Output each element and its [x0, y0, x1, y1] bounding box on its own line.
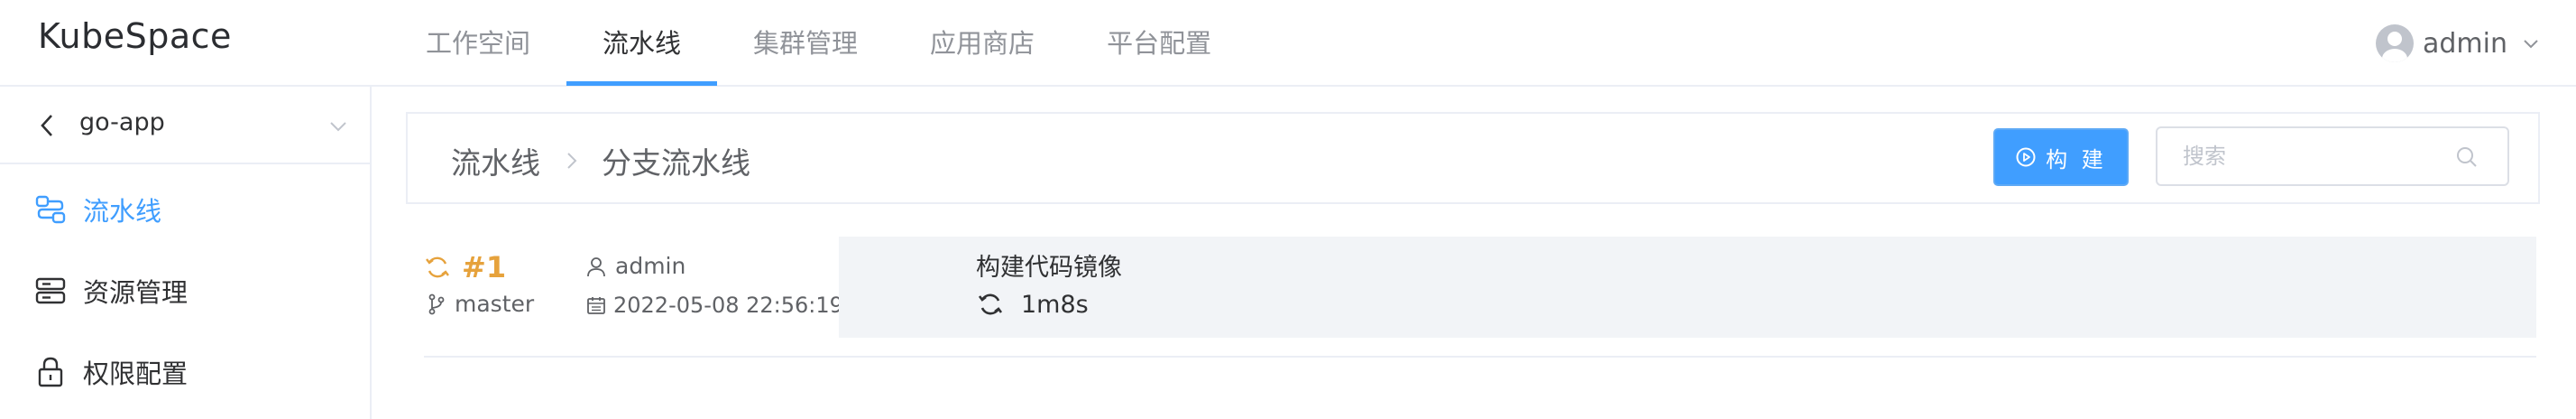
sidebar-item-permissions[interactable]: 权限配置: [0, 332, 370, 412]
chevron-down-icon: [2524, 40, 2538, 49]
top-nav: 工作空间 流水线 集群管理 应用商店 平台配置: [390, 0, 1247, 86]
search-box[interactable]: [2156, 126, 2509, 186]
chevron-right-icon: [567, 153, 577, 169]
lock-icon: [38, 357, 63, 387]
sidebar-item-label: 资源管理: [83, 277, 189, 308]
play-circle-icon: [2016, 147, 2036, 167]
sidebar-item-resources[interactable]: 资源管理: [0, 251, 370, 331]
breadcrumb-current: 分支流水线: [602, 145, 750, 181]
top-nav-item-settings[interactable]: 平台配置: [1071, 0, 1247, 85]
pipeline-run-row[interactable]: #1 master admin 2022-05-08 22:56:19 构建代码…: [424, 231, 2536, 358]
app-logo[interactable]: KubeSpace: [38, 16, 232, 56]
project-name: go-app: [79, 108, 165, 136]
user-name: admin: [2423, 27, 2507, 60]
server-icon: [35, 277, 66, 304]
top-nav-item-cluster[interactable]: 集群管理: [717, 0, 894, 85]
top-nav-item-workspace[interactable]: 工作空间: [390, 0, 566, 85]
pipeline-header-panel: 流水线 分支流水线 构 建: [406, 112, 2540, 204]
breadcrumb-root[interactable]: 流水线: [451, 139, 540, 182]
sidebar-item-pipeline[interactable]: 流水线: [0, 170, 370, 249]
breadcrumb: 流水线 分支流水线: [451, 139, 750, 182]
user-menu[interactable]: admin: [2376, 23, 2542, 63]
top-nav-item-appstore[interactable]: 应用商店: [894, 0, 1071, 85]
sidebar-item-label: 权限配置: [83, 358, 189, 389]
stage-status: 1m8s: [976, 290, 1089, 319]
pipeline-icon: [35, 195, 66, 224]
run-branch-label: master: [455, 291, 535, 317]
run-branch: master: [424, 291, 534, 317]
refresh-icon: [426, 256, 449, 278]
build-button-label: 构 建: [2046, 146, 2107, 172]
run-time-label: 2022-05-08 22:56:19: [613, 293, 843, 318]
run-number[interactable]: #1: [424, 250, 506, 284]
project-selector[interactable]: go-app: [0, 87, 370, 164]
stage-name: 构建代码镜像: [976, 254, 1122, 282]
build-button[interactable]: 构 建: [1993, 128, 2129, 186]
top-nav-item-pipeline[interactable]: 流水线: [566, 0, 718, 86]
run-user: admin: [586, 253, 685, 279]
run-number-label: #1: [462, 250, 507, 284]
chevron-left-icon[interactable]: [36, 112, 58, 139]
git-branch-icon: [428, 293, 445, 314]
user-avatar-icon: [2376, 24, 2414, 62]
user-icon: [587, 256, 605, 276]
stage-card[interactable]: 构建代码镜像 1m8s: [839, 237, 2536, 338]
running-icon: [978, 293, 1003, 315]
stage-duration: 1m8s: [1021, 290, 1089, 319]
sidebar-item-label: 流水线: [83, 196, 162, 227]
search-input[interactable]: [2183, 128, 2453, 184]
top-header: KubeSpace 工作空间 流水线 集群管理 应用商店 平台配置 admin: [0, 0, 2576, 87]
run-time: 2022-05-08 22:56:19: [586, 293, 843, 318]
search-icon[interactable]: [2455, 145, 2479, 169]
sidebar: go-app 流水线 资源管理 权限配置: [0, 87, 372, 419]
chevron-down-icon[interactable]: [327, 115, 350, 138]
run-user-label: admin: [615, 253, 686, 279]
calendar-icon: [587, 297, 605, 314]
